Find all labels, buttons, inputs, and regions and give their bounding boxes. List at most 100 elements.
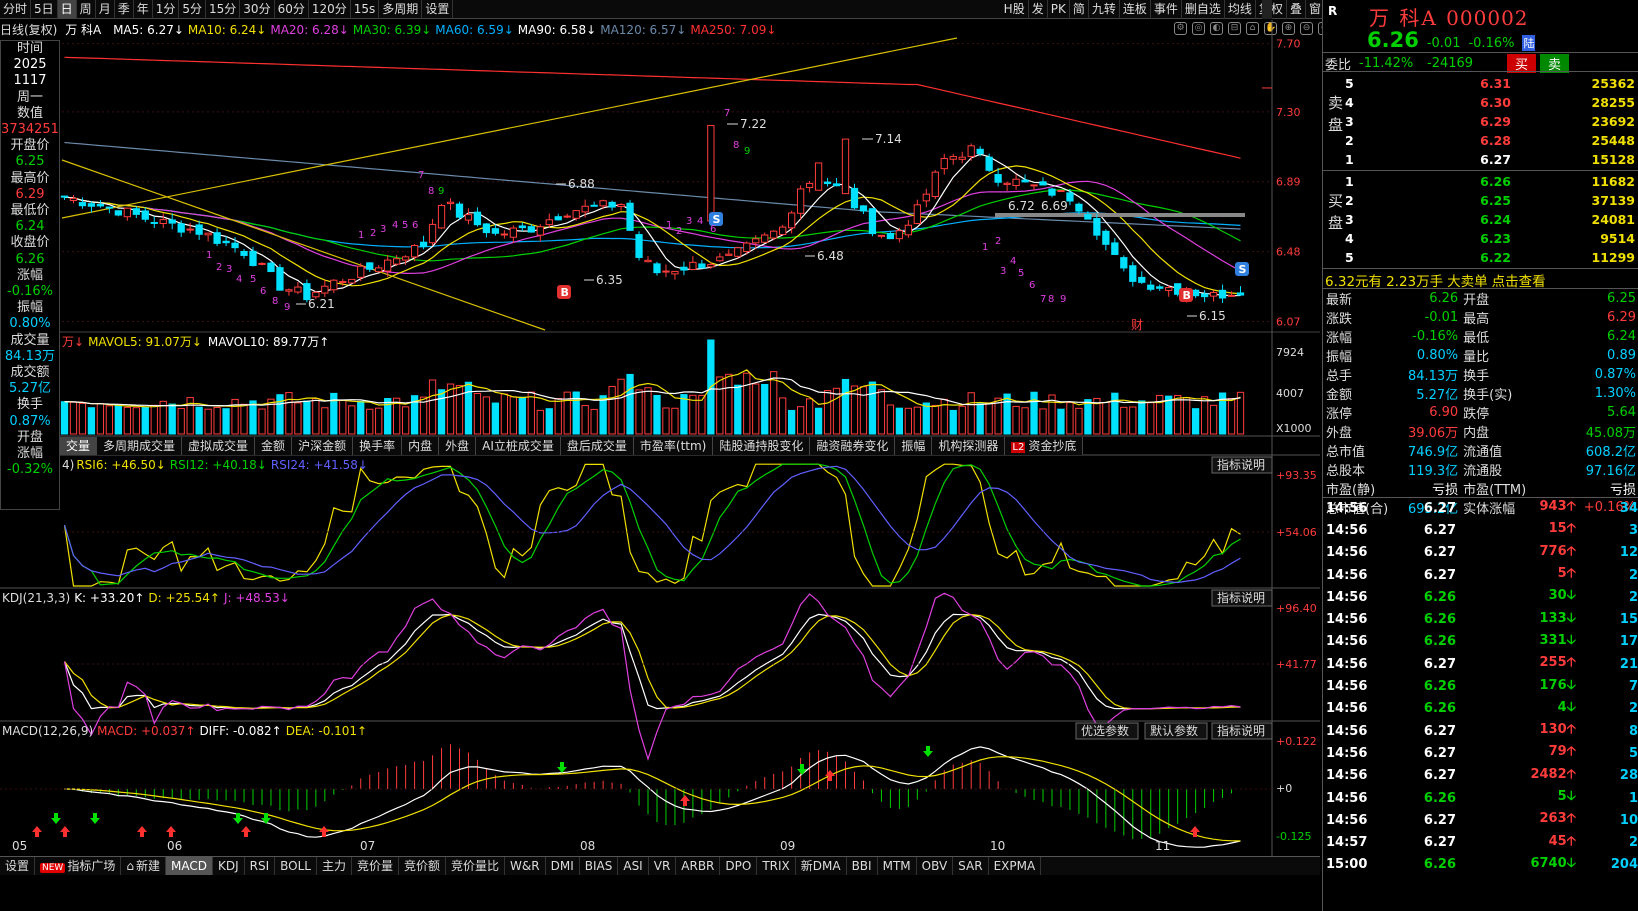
candle-body <box>455 203 464 218</box>
bottom-indicator-tab[interactable]: BOLL <box>275 857 317 875</box>
kdj-help-button[interactable]: 指标说明 <box>1211 589 1273 607</box>
volume-bar <box>446 383 455 435</box>
macd-value: MACD: +0.037↑ <box>97 724 195 738</box>
candle <box>1120 255 1128 272</box>
rsi-help-button[interactable]: 指标说明 <box>1211 456 1273 474</box>
tick-volume: 331🡣 <box>1456 631 1576 653</box>
indicator-tab[interactable]: 外盘 <box>439 437 477 455</box>
volume-bar <box>1066 402 1074 435</box>
bottom-indicator-tab[interactable]: OBV <box>917 857 954 875</box>
indicator-tab[interactable]: 换手率 <box>353 437 403 455</box>
indicator-tab[interactable]: 沪深金额 <box>292 437 354 455</box>
bottom-tab-label: DPO <box>725 859 752 873</box>
tick-row: 14:56 6.26 4🡣 2 <box>1326 698 1638 720</box>
candle <box>213 228 221 247</box>
bottom-indicator-tab[interactable]: NEW 指标广场 <box>35 857 122 875</box>
bottom-indicator-tab[interactable]: EXPMA <box>989 857 1042 875</box>
toolbar-dropdown[interactable] <box>1262 0 1272 19</box>
quote-value: 0.80% <box>1416 348 1459 363</box>
macd-help-button[interactable]: 指标说明 <box>1211 722 1273 740</box>
candle-body <box>437 204 446 229</box>
bottom-indicator-tab[interactable]: KDJ <box>213 857 245 875</box>
bottom-indicator-tab[interactable]: ARBR <box>676 857 721 875</box>
big-order-view-link[interactable]: 点击查看 <box>1492 270 1546 290</box>
bottom-indicator-tab[interactable]: W&R <box>505 857 546 875</box>
bottom-indicator-tab[interactable]: ⌂ 新建 <box>121 857 166 875</box>
info-value: -0.16% <box>7 284 53 300</box>
order-price: 6.25 <box>1480 193 1511 208</box>
volume-bar <box>357 400 365 435</box>
candle <box>805 180 814 193</box>
quote-value: -0.16% <box>1412 329 1459 344</box>
order-volume: 37139 <box>1591 193 1636 208</box>
buy-signal-marker[interactable]: B <box>1179 288 1193 302</box>
bottom-indicator-tab[interactable]: ASI <box>618 857 649 875</box>
indicator-tab[interactable]: 金额 <box>255 437 293 455</box>
indicator-tab[interactable]: L2 资金抄底 <box>1005 437 1084 455</box>
countdown-number: 1 <box>358 230 364 241</box>
indicator-tab[interactable]: 交量 <box>60 437 98 455</box>
bottom-indicator-tab[interactable]: MACD <box>166 857 213 875</box>
bottom-indicator-tab[interactable]: 主力 <box>317 857 352 875</box>
bottom-indicator-tab[interactable]: BIAS <box>580 857 619 875</box>
candle-body <box>375 267 383 273</box>
indicator-tab[interactable]: 融资融券变化 <box>810 437 896 455</box>
candle <box>1012 174 1020 190</box>
bottom-indicator-tab[interactable]: 竞价量比 <box>446 857 506 875</box>
candle <box>294 282 302 295</box>
info-label: 换手 <box>16 397 43 413</box>
candle-body <box>940 158 948 170</box>
candle <box>105 206 114 214</box>
big-order-row[interactable]: 6.32元有 2.23万手 大卖单 点击查看 <box>1325 270 1637 290</box>
candle <box>716 252 724 262</box>
indicator-tab[interactable]: 盘后成交量 <box>561 437 634 455</box>
macd-default-params-button[interactable]: 默认参数 <box>1144 722 1208 740</box>
indicator-tab[interactable]: 多周期成交量 <box>97 437 183 455</box>
arrow-shape <box>137 826 147 837</box>
tick-row: 14:56 6.26 133🡣 15 <box>1326 608 1638 630</box>
arrow-up-icon <box>241 826 251 837</box>
buy-signal-marker[interactable]: B <box>557 285 571 299</box>
bottom-indicator-tab[interactable]: BBI <box>847 857 878 875</box>
bottom-indicator-tab[interactable]: TRIX <box>757 857 796 875</box>
indicator-tab[interactable]: 虚拟成交量 <box>182 437 256 455</box>
chart-canvas: 7.70 7.30 6.89 6.48 6.07 7.22 7.14 6.88 6.21 6.35… <box>0 0 1320 856</box>
date-axis-label: 10 <box>990 839 1005 853</box>
indicator-tab[interactable]: 机构探测器 <box>932 437 1006 455</box>
candle <box>877 234 886 239</box>
bottom-indicator-tab[interactable]: VR <box>649 857 677 875</box>
countdown-number: 9 <box>744 146 750 157</box>
arrow-up-icon <box>166 826 176 837</box>
sell-signal-marker[interactable]: S <box>1235 262 1249 276</box>
sell-signal-marker-text: S <box>1239 263 1247 276</box>
bottom-indicator-tab[interactable]: 竞价量 <box>352 857 400 875</box>
candle-body <box>671 270 679 275</box>
macd-optimize-params-button[interactable]: 优选参数 <box>1075 722 1139 740</box>
indicator-tab[interactable]: AI立桩成交量 <box>476 437 561 455</box>
indicator-tab[interactable]: 振幅 <box>895 437 933 455</box>
arrow-up-icon <box>137 826 147 837</box>
volume-bar <box>761 383 769 435</box>
bottom-indicator-tab[interactable]: 竞价额 <box>399 857 447 875</box>
candle <box>330 279 338 294</box>
bottom-indicator-tab[interactable]: DPO <box>720 857 758 875</box>
bottom-indicator-tab[interactable]: 设置 <box>0 857 36 875</box>
order-level: 2 <box>1345 133 1354 148</box>
order-level: 2 <box>1345 193 1354 208</box>
candle-body <box>294 286 302 293</box>
volume-bar <box>635 389 643 435</box>
bottom-indicator-tab[interactable]: 新DMA <box>796 857 847 875</box>
volume-bar <box>752 383 760 435</box>
ma250-line <box>64 56 1241 159</box>
indicator-tab[interactable]: 内盘 <box>402 437 440 455</box>
indicator-tab[interactable]: 陆股通持股变化 <box>713 437 811 455</box>
bottom-indicator-tab[interactable]: SAR <box>953 857 989 875</box>
candle-body <box>339 280 347 283</box>
bottom-indicator-tab[interactable]: MTM <box>878 857 917 875</box>
indicator-tab[interactable]: 市盈率(ttm) <box>634 437 714 455</box>
candle-body <box>482 223 491 234</box>
arrow-up-icon: 🡡 <box>1566 811 1576 827</box>
sell-side-char2: 盘 <box>1328 116 1344 134</box>
bottom-indicator-tab[interactable]: DMI <box>546 857 580 875</box>
bottom-indicator-tab[interactable]: RSI <box>245 857 276 875</box>
